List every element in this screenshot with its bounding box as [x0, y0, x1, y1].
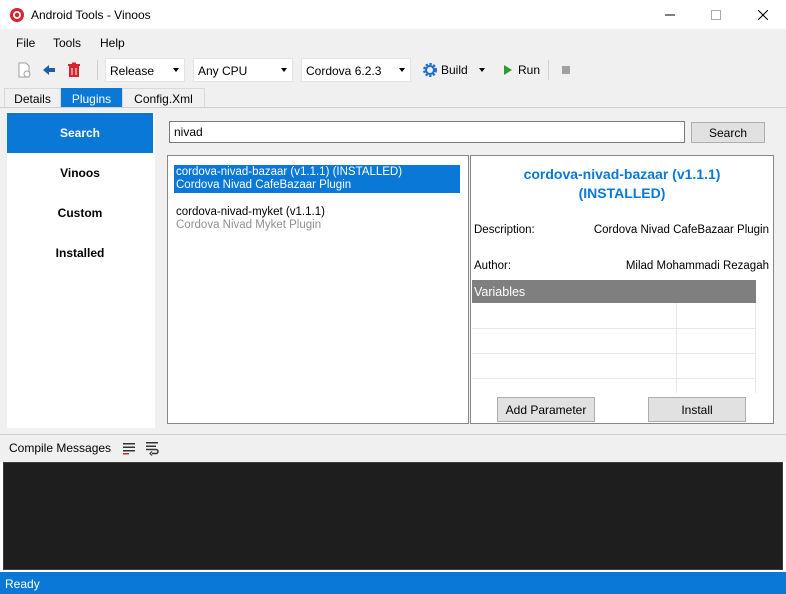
add-parameter-button[interactable]: Add Parameter — [497, 397, 595, 422]
word-wrap-icon[interactable] — [144, 440, 160, 456]
platform-value: Any CPU — [198, 64, 248, 78]
chevron-down-icon — [173, 68, 179, 72]
plugin-detail-title: cordova-nivad-bazaar (v1.1.1) (INSTALLED… — [471, 165, 773, 203]
cordova-version-select[interactable]: Cordova 6.2.3 — [301, 58, 411, 82]
menu-help[interactable]: Help — [100, 36, 125, 50]
close-button[interactable] — [740, 0, 786, 30]
menu-tools[interactable]: Tools — [53, 36, 81, 50]
plugin-description: Cordova Nivad Myket Plugin — [176, 219, 322, 231]
search-input[interactable] — [169, 121, 685, 143]
new-file-icon[interactable] — [16, 62, 32, 78]
build-button[interactable]: Build — [441, 63, 468, 77]
configuration-value: Release — [110, 64, 155, 78]
menu-file[interactable]: File — [16, 36, 35, 50]
grid-line — [755, 303, 756, 393]
compile-messages-bar — [0, 434, 786, 462]
sidebar-item-search[interactable]: Search — [7, 113, 153, 153]
toolbar-separator — [97, 60, 98, 80]
plugin-list[interactable] — [167, 155, 469, 424]
sidebar-item-vinoos[interactable]: Vinoos — [7, 153, 153, 193]
status-bar: Ready — [0, 572, 786, 594]
app-icon — [10, 8, 24, 22]
author-value: Milad Mohammadi Rezagah — [625, 260, 769, 272]
chevron-down-icon — [281, 68, 287, 72]
clear-list-icon[interactable] — [121, 440, 137, 456]
platform-select[interactable]: Any CPU — [193, 58, 293, 82]
compile-output-console[interactable] — [3, 462, 783, 570]
list-item[interactable]: cordova-nivad-myket (v1.1.1) Cordova Niv… — [174, 205, 460, 233]
status-text: Ready — [5, 577, 40, 591]
install-button[interactable]: Install — [648, 397, 746, 422]
chevron-down-icon — [399, 68, 405, 72]
grid-line — [472, 378, 756, 379]
sidebar-item-custom[interactable]: Custom — [7, 193, 153, 233]
tab-config-xml[interactable]: Config.Xml — [122, 88, 205, 107]
minimize-icon — [665, 14, 675, 16]
variables-grid[interactable] — [472, 303, 756, 393]
description-value: Cordova Nivad CafeBazaar Plugin — [593, 224, 769, 236]
plugin-detail-title-name: cordova-nivad-bazaar (v1.1.1) — [523, 166, 721, 182]
grid-line — [676, 303, 677, 393]
run-button[interactable]: Run — [518, 63, 540, 77]
delete-icon[interactable] — [66, 62, 82, 78]
compile-messages-label: Compile Messages — [9, 441, 112, 455]
stop-icon[interactable] — [558, 62, 574, 78]
plugin-name: cordova-nivad-myket (v1.1.1) — [176, 206, 325, 218]
toolbar-separator — [548, 60, 549, 80]
tab-details[interactable]: Details — [4, 88, 61, 107]
author-label: Author: — [474, 260, 512, 272]
tab-plugins[interactable]: Plugins — [61, 88, 122, 107]
variables-header: Variables — [472, 280, 756, 303]
plugin-description: Cordova Nivad CafeBazaar Plugin — [176, 179, 352, 191]
back-arrow-icon[interactable] — [41, 62, 57, 78]
cordova-version-value: Cordova 6.2.3 — [306, 64, 382, 78]
grid-line — [472, 353, 756, 354]
minimize-button[interactable] — [647, 0, 693, 30]
maximize-button[interactable] — [693, 0, 739, 30]
close-icon — [758, 10, 768, 20]
plugin-detail-title-status: (INSTALLED) — [578, 185, 666, 201]
grid-line — [472, 328, 756, 329]
maximize-icon — [711, 10, 721, 20]
build-dropdown-icon[interactable] — [479, 68, 485, 72]
configuration-select[interactable]: Release — [105, 58, 185, 82]
list-item[interactable]: cordova-nivad-bazaar (v1.1.1) (INSTALLED… — [174, 165, 460, 193]
window-title: Android Tools - Vinoos — [31, 8, 151, 22]
description-label: Description: — [474, 224, 535, 236]
sidebar-item-installed[interactable]: Installed — [7, 233, 153, 273]
plugin-name: cordova-nivad-bazaar (v1.1.1) (INSTALLED… — [176, 166, 403, 178]
search-button[interactable]: Search — [691, 122, 765, 143]
run-play-icon[interactable] — [500, 62, 516, 78]
gear-icon[interactable] — [422, 62, 438, 78]
